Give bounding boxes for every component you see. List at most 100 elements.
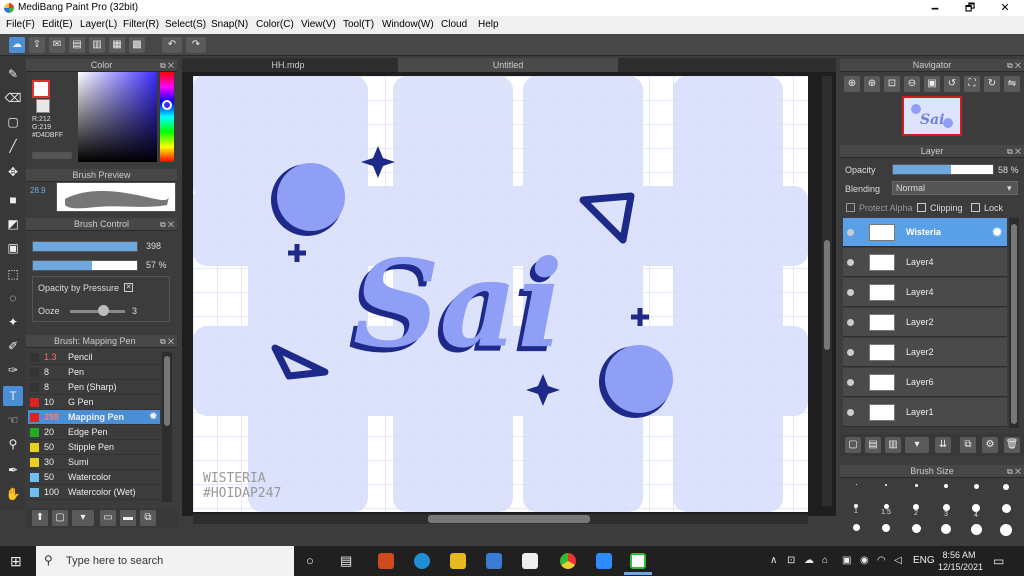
gear-icon[interactable]: ✹	[991, 224, 1003, 241]
brush-item[interactable]: 398 Mapping Pen ✹	[28, 410, 160, 425]
brush-item[interactable]: 50 Stipple Pen	[28, 440, 160, 455]
delete-layer-icon[interactable]: 🗑	[1004, 437, 1020, 453]
layer-row[interactable]: Wisteria ✹	[843, 218, 1007, 247]
taskbar-search[interactable]: ⚲ Type here to search	[36, 546, 294, 576]
minimize-button[interactable]: 🗕	[918, 0, 952, 16]
brush-list-scroll-thumb[interactable]	[164, 356, 170, 426]
windows-start-icon[interactable]: ⊞	[10, 553, 22, 570]
tray-window-icon[interactable]: ▣	[842, 555, 851, 566]
visibility-icon[interactable]	[847, 229, 854, 236]
visibility-icon[interactable]	[847, 259, 854, 266]
notifications-icon[interactable]: ▭	[993, 554, 1004, 568]
fill-rect-tool-icon[interactable]: ■	[3, 190, 23, 210]
brush-item[interactable]: 1.3 Pencil	[28, 350, 160, 365]
brush-size-cell[interactable]: 2	[903, 502, 929, 517]
merge-down-icon[interactable]: ⇊	[935, 437, 951, 453]
canvas-paper[interactable]: Sai Sai WISTERIA #HOIDAP247	[193, 76, 808, 512]
network-icon[interactable]: ◉	[860, 555, 869, 566]
tray-chevron-icon[interactable]: ∧	[770, 555, 777, 566]
layer-row[interactable]: Layer4	[843, 248, 1007, 277]
brush-size-cell[interactable]: 1	[843, 502, 869, 516]
ooze-knob[interactable]	[98, 305, 109, 316]
layer-opacity-slider[interactable]	[892, 164, 994, 175]
comment-icon[interactable]: ▤	[69, 37, 85, 53]
brush-item[interactable]: 8 Pen	[28, 365, 160, 380]
brush-size-cell[interactable]	[873, 522, 899, 536]
select-rect-tool-icon[interactable]: ⬚	[3, 264, 23, 284]
app-photos-icon[interactable]	[378, 553, 394, 569]
layer-properties-icon[interactable]: ⚙	[982, 437, 998, 453]
background-color-swatch[interactable]	[36, 99, 50, 113]
brush-item[interactable]: 30 Sumi	[28, 455, 160, 470]
copy-brush-icon[interactable]: ▭	[100, 510, 116, 526]
menu-window[interactable]: Window(W)	[382, 19, 434, 30]
chrome-icon[interactable]	[560, 553, 576, 569]
brush-size-slider[interactable]	[32, 241, 138, 252]
gear-icon[interactable]: ✹	[149, 411, 157, 422]
protect-alpha-checkbox[interactable]	[846, 203, 855, 212]
close-button[interactable]: ✕	[988, 0, 1022, 16]
add-brush-icon[interactable]: ⬆	[32, 510, 48, 526]
menu-color[interactable]: Color(C)	[256, 19, 294, 30]
volume-icon[interactable]: ◁	[894, 555, 902, 566]
menu-view[interactable]: View(V)	[301, 19, 336, 30]
brush-item[interactable]: 8 Pen (Sharp)	[28, 380, 160, 395]
saturation-value-picker[interactable]	[78, 72, 157, 162]
tray-app-icon[interactable]: ⌂	[822, 555, 828, 566]
menu-file[interactable]: File(F)	[6, 19, 35, 30]
tray-device-icon[interactable]: ⊡	[787, 555, 795, 566]
menu-select[interactable]: Select(S)	[165, 19, 206, 30]
visibility-icon[interactable]	[847, 289, 854, 296]
brush-size-cell[interactable]	[903, 482, 929, 496]
fit-icon[interactable]: ⊡	[884, 76, 900, 92]
brush-item[interactable]: 50 Watercolor	[28, 470, 160, 485]
move-tool-icon[interactable]: ✥	[3, 162, 23, 182]
rotate-right-icon[interactable]: ↻	[984, 76, 1000, 92]
new-brush-icon[interactable]: ▢	[52, 510, 68, 526]
brush-size-cell[interactable]	[993, 502, 1019, 516]
store-icon[interactable]	[486, 553, 502, 569]
canvas-vertical-thumb[interactable]	[824, 240, 830, 350]
brush-item[interactable]: 100 Watercolor (Wet)	[28, 485, 160, 500]
visibility-icon[interactable]	[847, 409, 854, 416]
hue-knob[interactable]	[162, 100, 172, 110]
brush-size-cell[interactable]: 3	[933, 502, 959, 518]
task-view-icon[interactable]: ○	[306, 553, 314, 568]
panel-controls-icon[interactable]: ⧉ ✕	[1007, 465, 1021, 478]
page-icon[interactable]: ▥	[89, 37, 105, 53]
panel-controls-icon[interactable]: ⧉ ✕	[1007, 59, 1021, 72]
zoom-out-icon[interactable]: ⊖	[904, 76, 920, 92]
zoom-app-icon[interactable]	[596, 553, 612, 569]
clock[interactable]: 8:56 AM 12/15/2021	[938, 549, 983, 573]
medibang-taskbar-icon[interactable]	[630, 553, 646, 569]
language-indicator[interactable]: ENG	[913, 555, 935, 566]
hand-tool-icon[interactable]: ✋	[3, 484, 23, 504]
navigator-thumbnail[interactable]: Sai	[902, 96, 962, 136]
bucket-tool-icon[interactable]: ◩	[3, 214, 23, 234]
menu-tool[interactable]: Tool(T)	[343, 19, 374, 30]
export-icon[interactable]: ⇪	[29, 37, 45, 53]
panel-icon[interactable]: ▩	[129, 37, 145, 53]
select-pen-tool-icon[interactable]: ✐	[3, 336, 23, 356]
brush-item[interactable]: 20 Edge Pen	[28, 425, 160, 440]
rectangle-tool-icon[interactable]: ▢	[3, 112, 23, 132]
menu-cloud[interactable]: Cloud	[441, 19, 467, 30]
duplicate-icon[interactable]: ⧉	[140, 510, 156, 526]
rotate-left-icon[interactable]: ↺	[944, 76, 960, 92]
panel-controls-icon[interactable]: ⧉ ✕	[160, 218, 174, 231]
brush-size-cell[interactable]	[963, 482, 989, 496]
dropper-tool-icon[interactable]: ✒	[3, 460, 23, 480]
copy-layer-icon[interactable]: ⧉	[960, 437, 976, 453]
restore-button[interactable]: 🗗	[953, 0, 987, 16]
edge-icon[interactable]	[414, 553, 430, 569]
new-halftone-layer-icon[interactable]: ▤	[865, 437, 881, 453]
visibility-icon[interactable]	[847, 319, 854, 326]
text-tool-icon[interactable]: T	[3, 386, 23, 406]
panel-controls-icon[interactable]: ⧉ ✕	[160, 335, 174, 348]
redo-icon[interactable]: ↷	[186, 37, 206, 53]
clipping-checkbox[interactable]	[917, 203, 926, 212]
folder-icon[interactable]: ▬	[120, 510, 136, 526]
brush-size-cell[interactable]	[963, 522, 989, 536]
brush-size-cell[interactable]	[903, 522, 929, 536]
zoom-in-icon[interactable]: ⊕	[844, 76, 860, 92]
